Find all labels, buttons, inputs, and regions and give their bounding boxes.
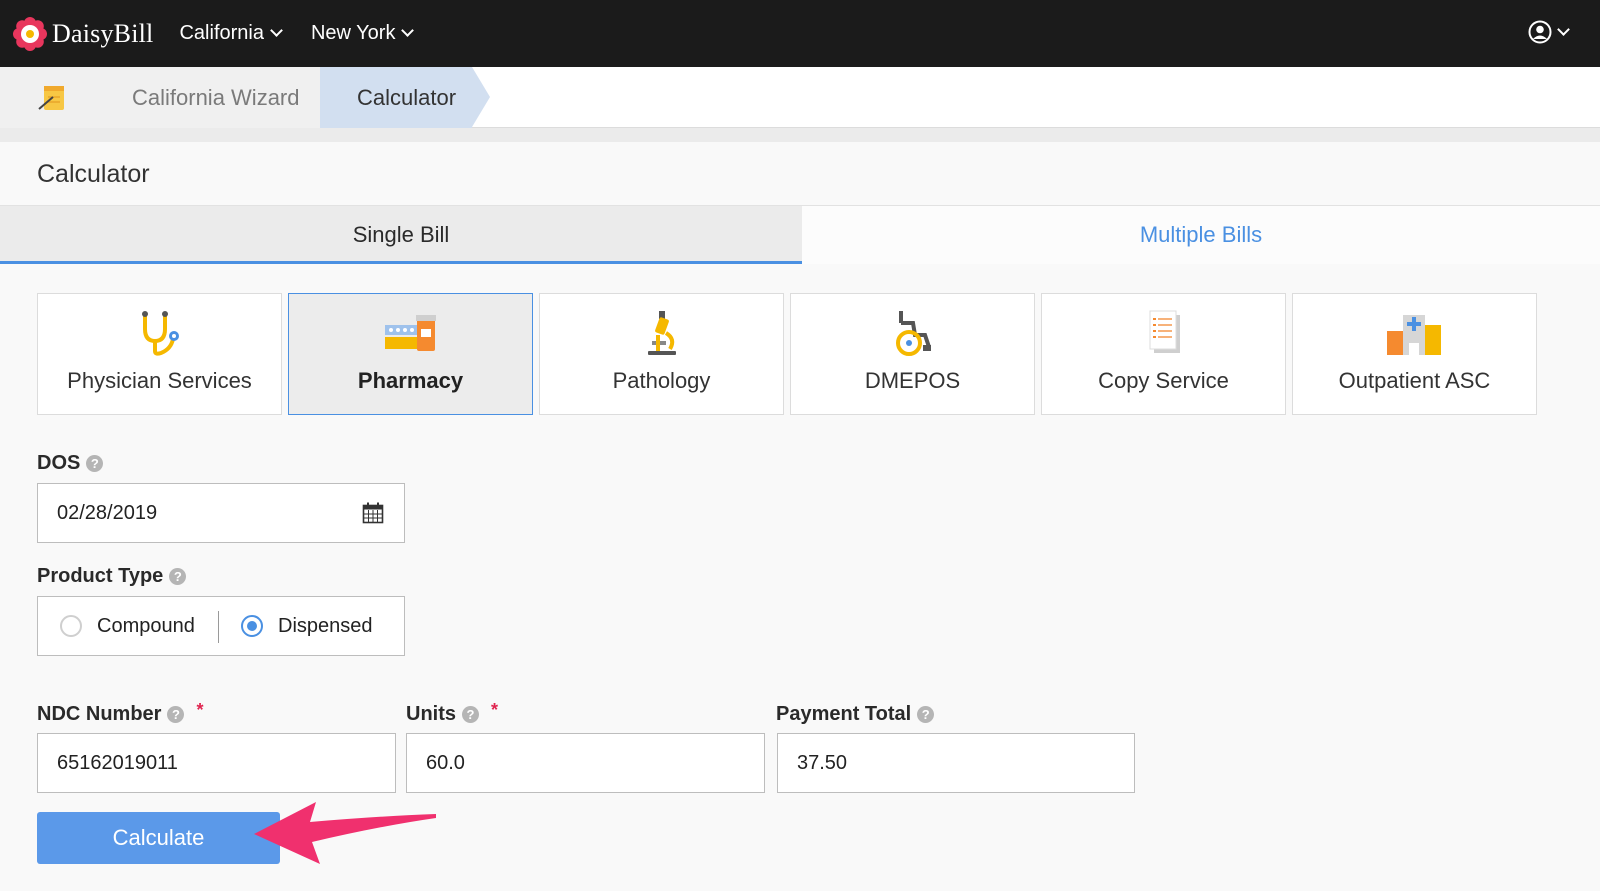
user-avatar-icon bbox=[1528, 20, 1552, 44]
required-marker: * bbox=[491, 700, 499, 720]
card-label: Pharmacy bbox=[357, 368, 464, 393]
breadcrumb-california-wizard[interactable]: California Wizard bbox=[92, 67, 320, 128]
breadcrumb-calculator: Calculator bbox=[320, 67, 472, 128]
breadcrumb-home[interactable] bbox=[0, 67, 92, 128]
field-label-text: Units bbox=[406, 703, 456, 725]
calendar-icon[interactable] bbox=[362, 502, 384, 524]
radio-compound[interactable]: Compound bbox=[60, 597, 195, 655]
dos-value: 02/28/2019 bbox=[57, 502, 158, 524]
dos-input[interactable]: 02/28/2019 bbox=[37, 483, 405, 543]
page-title: Calculator bbox=[37, 160, 150, 188]
field-label-text: DOS bbox=[37, 452, 81, 474]
card-dmepos[interactable]: DMEPOS bbox=[790, 293, 1035, 415]
ndc-number-value: 65162019011 bbox=[57, 752, 178, 774]
radio-button[interactable] bbox=[60, 615, 82, 637]
microscope-icon bbox=[647, 311, 676, 355]
notepad-pencil-icon bbox=[38, 86, 64, 110]
card-copy-service[interactable]: Copy Service bbox=[1041, 293, 1286, 415]
card-outpatient-asc[interactable]: Outpatient ASC bbox=[1292, 293, 1537, 415]
breadcrumb: California Wizard Calculator bbox=[0, 67, 1600, 128]
radio-button[interactable] bbox=[241, 615, 263, 637]
bill-mode-tabs: Single Bill Multiple Bills bbox=[0, 206, 1600, 264]
payment-total-value: 37.50 bbox=[797, 752, 848, 774]
annotation-arrow-icon bbox=[254, 802, 436, 864]
card-pharmacy[interactable]: Pharmacy bbox=[288, 293, 533, 415]
field-label-text: NDC Number bbox=[37, 703, 162, 725]
card-label: Physician Services bbox=[67, 368, 252, 393]
nav-menu-california[interactable]: California bbox=[179, 22, 283, 45]
nav-menu-label: New York bbox=[310, 22, 396, 44]
field-label-text: Product Type bbox=[37, 565, 164, 587]
help-icon[interactable]: ? bbox=[462, 706, 479, 723]
help-icon[interactable]: ? bbox=[917, 706, 935, 723]
product-type-label: Product Type ? bbox=[37, 565, 187, 588]
payment-total-label: Payment Total ? bbox=[776, 703, 935, 726]
radio-label: Dispensed bbox=[278, 614, 373, 637]
chevron-down-icon bbox=[270, 24, 283, 37]
help-icon[interactable]: ? bbox=[169, 568, 187, 585]
card-pathology[interactable]: Pathology bbox=[539, 293, 784, 415]
payment-total-input[interactable]: 37.50 bbox=[777, 733, 1135, 793]
document-icon bbox=[1149, 310, 1180, 353]
card-label: Pathology bbox=[612, 368, 711, 393]
breadcrumb-separator bbox=[472, 67, 490, 127]
daisy-logo-icon bbox=[13, 16, 47, 51]
card-label: Copy Service bbox=[1098, 368, 1229, 393]
user-menu[interactable] bbox=[1528, 20, 1570, 44]
dos-label: DOS ? bbox=[37, 452, 104, 475]
radio-dispensed[interactable]: Dispensed bbox=[241, 597, 373, 655]
brand[interactable]: DaisyBill bbox=[13, 16, 154, 51]
chevron-down-icon bbox=[401, 24, 415, 37]
help-icon[interactable]: ? bbox=[167, 706, 185, 723]
chevron-down-icon bbox=[1557, 22, 1570, 36]
card-label: DMEPOS bbox=[864, 368, 961, 393]
ndc-number-input[interactable]: 65162019011 bbox=[37, 733, 396, 793]
nav-menu-label: California bbox=[179, 22, 264, 44]
field-label-text: Payment Total bbox=[776, 703, 912, 725]
radio-label: Compound bbox=[97, 614, 195, 637]
wheelchair-icon bbox=[895, 311, 931, 356]
top-navbar: DaisyBill California New York bbox=[0, 0, 1600, 67]
card-label: Outpatient ASC bbox=[1338, 368, 1491, 393]
units-label: Units ? * bbox=[406, 700, 499, 726]
units-value: 60.0 bbox=[426, 752, 465, 774]
radio-divider bbox=[218, 611, 219, 643]
ndc-number-label: NDC Number ? * bbox=[37, 700, 204, 726]
pharmacy-icon bbox=[384, 315, 436, 351]
tab-single-bill[interactable]: Single Bill bbox=[0, 206, 802, 264]
units-input[interactable]: 60.0 bbox=[406, 733, 765, 793]
product-type-radio-group: Compound Dispensed bbox=[37, 596, 405, 656]
brand-name: DaisyBill bbox=[52, 18, 154, 48]
help-icon[interactable]: ? bbox=[86, 455, 104, 472]
required-marker: * bbox=[196, 700, 204, 720]
nav-menu-new-york[interactable]: New York bbox=[310, 22, 415, 45]
header-spacer bbox=[0, 128, 1600, 142]
tab-multiple-bills[interactable]: Multiple Bills bbox=[802, 206, 1600, 264]
card-physician-services[interactable]: Physician Services bbox=[37, 293, 282, 415]
hospital-icon bbox=[1386, 315, 1441, 355]
calculate-button[interactable]: Calculate bbox=[37, 812, 280, 864]
stethoscope-icon bbox=[141, 311, 179, 356]
